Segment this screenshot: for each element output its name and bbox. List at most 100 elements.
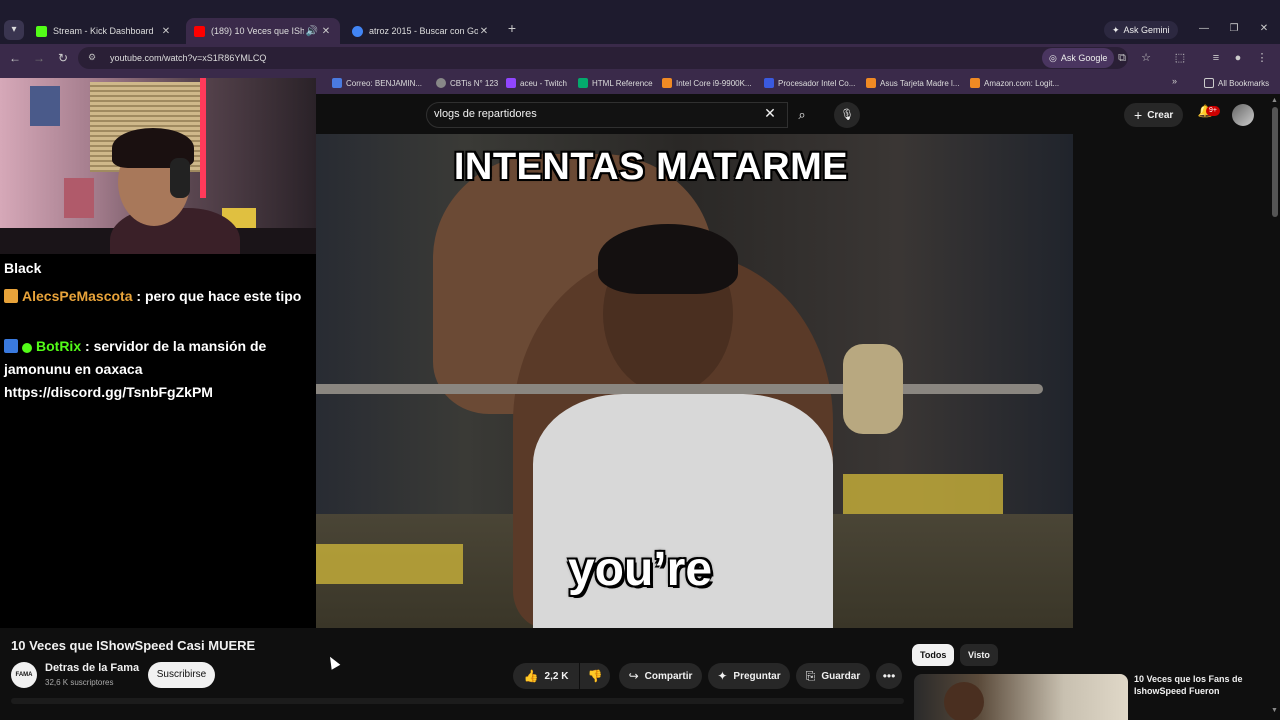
youtube-favicon-icon (194, 25, 205, 37)
create-button[interactable]: + Crear (1124, 103, 1184, 127)
lens-icon: ◎ (1049, 52, 1057, 63)
media-controls-icon[interactable]: ≡ (1208, 49, 1224, 67)
window-close-icon[interactable]: ✕ (1254, 20, 1274, 38)
dislike-button[interactable]: 👎 (580, 663, 610, 689)
tab-title: (189) 10 Veces que IShowSp (211, 26, 304, 36)
ask-button[interactable]: ✦ Preguntar (708, 663, 790, 689)
channel-avatar[interactable]: FAMA (11, 662, 37, 688)
all-bookmarks-button[interactable]: All Bookmarks (1204, 76, 1269, 90)
thumbs-up-icon: 👍 (523, 669, 539, 683)
address-bar[interactable]: ⚙ youtube.com/watch?v=xS1R86YMLCQ (78, 47, 1128, 69)
minimize-icon[interactable]: — (1194, 20, 1214, 38)
extensions-icon[interactable]: ⬚ (1172, 49, 1188, 67)
tab-youtube[interactable]: (189) 10 Veces que IShowSp 🔊 ✕ (186, 18, 340, 44)
verified-badge-icon (22, 343, 32, 353)
back-icon[interactable]: ← (6, 49, 24, 67)
bookmarks-overflow-icon[interactable]: » (1172, 76, 1177, 86)
video-caption-top: INTENTAS MATARME (453, 146, 849, 188)
close-icon[interactable]: ✕ (320, 26, 332, 37)
scroll-down-icon[interactable]: ▼ (1271, 707, 1278, 714)
close-icon[interactable]: ✕ (478, 26, 490, 37)
tab-search-icon[interactable]: ▾ (4, 20, 24, 40)
chip-watched[interactable]: Visto (960, 644, 998, 666)
bookmark-item[interactable]: Procesador Intel Co... (764, 76, 855, 90)
speaker-icon[interactable]: 🔊 (304, 26, 320, 37)
restore-icon[interactable]: ❐ (1224, 20, 1244, 38)
bookmark-label: Intel Core i9-9900K... (676, 78, 752, 88)
weight-plate (843, 344, 903, 434)
save-button[interactable]: ⎘ Guardar (796, 663, 870, 689)
microphone-icon[interactable]: 🎙 (834, 102, 860, 128)
chat-username: BotRix (36, 338, 82, 354)
chip-all[interactable]: Todos (912, 644, 955, 666)
all-bookmarks-label: All Bookmarks (1218, 78, 1270, 88)
tab-kick-dashboard[interactable]: Stream - Kick Dashboard ✕ (28, 18, 180, 44)
more-actions-button[interactable]: ••• (876, 663, 902, 689)
amazon-icon (970, 78, 980, 88)
bookmark-item[interactable]: Intel Core i9-9900K... (662, 76, 752, 90)
share-button[interactable]: ↪ Compartir (619, 663, 702, 689)
sparkle-icon: ✦ (717, 669, 728, 683)
like-count: 2,2 K (544, 670, 569, 682)
bookmark-label: aceu - Twitch (520, 78, 567, 88)
lifter-hair (598, 224, 738, 294)
install-app-icon[interactable]: ⧉ (1114, 49, 1130, 67)
bookmark-item[interactable]: aceu - Twitch (506, 76, 567, 90)
subscribe-button[interactable]: Suscribirse (148, 662, 215, 688)
bookmark-icon: ⎘ (805, 668, 816, 683)
ask-google-label: Ask Google (1060, 53, 1108, 63)
recommended-video-thumbnail[interactable] (914, 674, 1128, 720)
browser-toolbar: ← → ↻ ⚙ youtube.com/watch?v=xS1R86YMLCQ … (0, 44, 1280, 72)
save-label: Guardar (821, 670, 861, 682)
notification-count-badge: 9+ (1206, 106, 1220, 116)
kick-favicon-icon (36, 25, 47, 37)
thumbnail-face (944, 682, 984, 720)
account-avatar[interactable] (1232, 104, 1254, 126)
scrollbar-thumb[interactable] (1272, 107, 1278, 217)
search-icon[interactable]: ⌕ (788, 102, 816, 128)
reload-icon[interactable]: ↻ (54, 49, 72, 67)
chat-text: Black (4, 260, 42, 276)
tab-title: Stream - Kick Dashboard (53, 26, 154, 36)
bookmark-label: Asus Tarjeta Madre l... (880, 78, 960, 88)
bookmark-item[interactable]: Amazon.com: Logit... (970, 76, 1059, 90)
profile-icon[interactable]: ● (1230, 49, 1246, 67)
thumbs-down-icon: 👎 (587, 669, 603, 683)
bookmark-label: HTML Reference (592, 78, 653, 88)
close-icon[interactable]: ✕ (160, 26, 172, 37)
description-box[interactable] (11, 698, 904, 704)
plus-icon: + (1134, 107, 1143, 123)
webcam-overlay (0, 78, 316, 254)
channel-name[interactable]: Detras de la Fama (45, 662, 139, 674)
bookmark-item[interactable]: HTML Reference (578, 76, 653, 90)
chat-text: : pero que hace este tipo (136, 288, 302, 304)
recommended-video-title[interactable]: 10 Veces que los Fans de IshowSpeed Fuer… (1134, 673, 1254, 697)
bookmark-item[interactable]: Correo: BENJAMIN... (332, 76, 422, 90)
site-info-icon[interactable]: ⚙ (88, 52, 100, 64)
create-label: Crear (1147, 109, 1174, 121)
ask-google-button[interactable]: ◎ Ask Google (1042, 48, 1115, 68)
subscriber-count: 32,6 K suscriptores (45, 678, 114, 687)
bookmark-item[interactable]: Asus Tarjeta Madre l... (866, 76, 959, 90)
new-tab-button[interactable]: + (504, 20, 520, 38)
video-caption-bottom: you’re (567, 543, 713, 596)
clear-search-icon[interactable]: ✕ (762, 105, 778, 123)
bookmark-item[interactable]: CBTis N° 123 (436, 76, 498, 90)
ask-gemini-button[interactable]: ✦ Ask Gemini (1104, 21, 1178, 39)
mail-icon (332, 78, 342, 88)
bookmark-star-icon[interactable]: ☆ (1138, 49, 1154, 67)
page-scrollbar[interactable]: ▲ ▼ (1270, 97, 1280, 720)
tab-google-search[interactable]: atroz 2015 - Buscar con Google ✕ (344, 18, 498, 44)
more-horizontal-icon: ••• (882, 669, 896, 683)
tab-title: atroz 2015 - Buscar con Google (369, 26, 478, 36)
bookmark-label: Amazon.com: Logit... (984, 78, 1060, 88)
menu-kebab-icon[interactable]: ⋮ (1254, 49, 1270, 67)
search-input[interactable]: vlogs de repartidores (434, 108, 537, 120)
led-strip (200, 78, 206, 198)
like-button[interactable]: 👍 2,2 K (513, 663, 579, 689)
headset (170, 158, 190, 198)
share-arrow-icon: ↪ (628, 669, 639, 683)
scroll-up-icon[interactable]: ▲ (1271, 97, 1278, 104)
url-text: youtube.com/watch?v=xS1R86YMLCQ (110, 53, 267, 63)
forward-icon[interactable]: → (30, 49, 48, 67)
